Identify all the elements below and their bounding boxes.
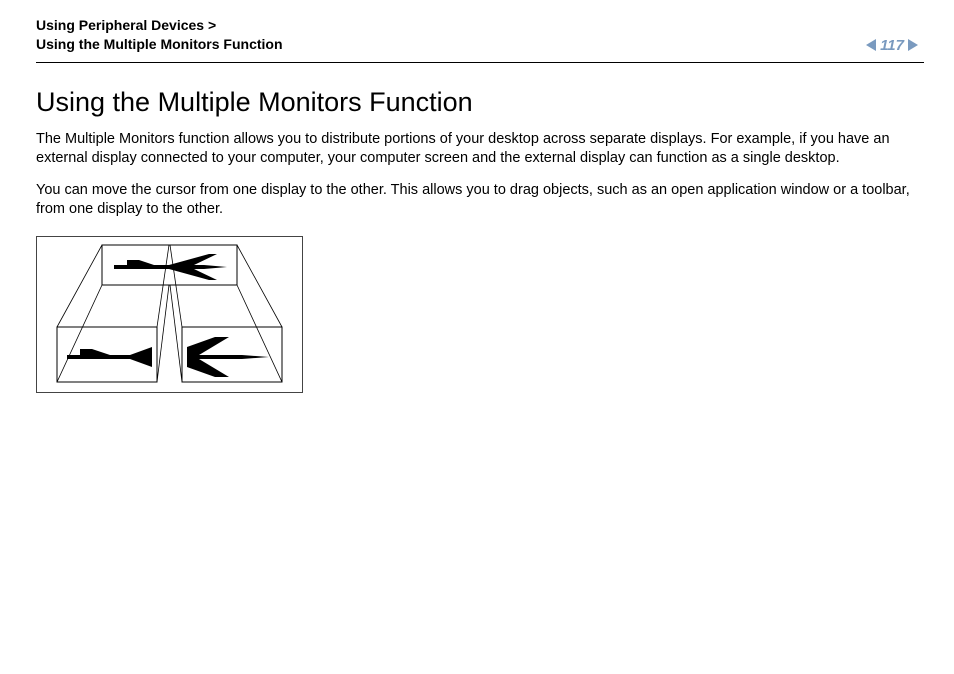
page-title: Using the Multiple Monitors Function: [36, 87, 918, 118]
page-content: Using the Multiple Monitors Function The…: [0, 63, 954, 393]
breadcrumb-current: Using the Multiple Monitors Function: [36, 36, 283, 52]
page-navigator: 117: [866, 37, 918, 54]
breadcrumb: Using Peripheral Devices > Using the Mul…: [36, 16, 283, 54]
multiple-monitors-diagram: [36, 236, 303, 393]
page-header: Using Peripheral Devices > Using the Mul…: [0, 0, 954, 62]
prev-page-icon[interactable]: [866, 39, 876, 51]
body-paragraph: The Multiple Monitors function allows yo…: [36, 130, 918, 169]
diagram-svg: [37, 237, 302, 392]
breadcrumb-separator: >: [208, 17, 216, 33]
next-page-icon[interactable]: [908, 39, 918, 51]
breadcrumb-parent: Using Peripheral Devices: [36, 17, 204, 33]
document-page: Using Peripheral Devices > Using the Mul…: [0, 0, 954, 674]
body-paragraph: You can move the cursor from one display…: [36, 181, 918, 220]
page-number: 117: [880, 37, 904, 54]
